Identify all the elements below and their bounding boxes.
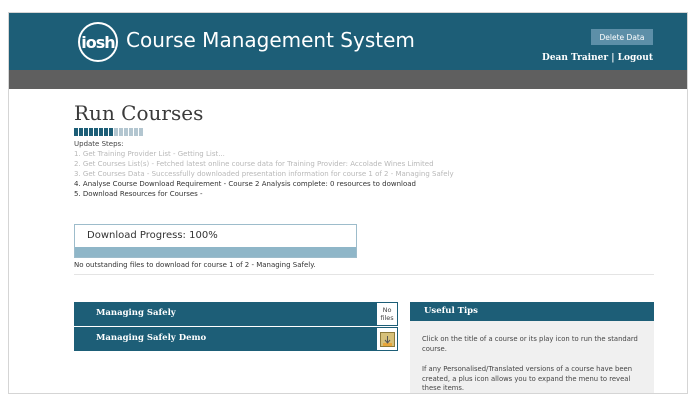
step-segment [139, 128, 143, 136]
tip-text: Click on the title of a course or its pl… [422, 335, 638, 353]
course-row-managing-safely-demo[interactable]: Managing Safely Demo [74, 327, 398, 351]
step-segment [89, 128, 93, 136]
step-segment [124, 128, 128, 136]
update-step: 5. Download Resources for Courses - [74, 190, 203, 198]
download-progress: Download Progress: 100% [74, 224, 357, 258]
no-files-label: No files [380, 306, 394, 322]
course-list: Managing Safely No files Managing Safely… [74, 302, 398, 352]
step-segment [109, 128, 113, 136]
progress-label: Download Progress: 100% [87, 230, 218, 241]
delete-data-button[interactable]: Delete Data [591, 29, 653, 45]
play-icon[interactable] [380, 332, 395, 347]
course-status-cell: No files [376, 302, 398, 326]
app-window: iosh Course Management System Delete Dat… [8, 12, 688, 394]
download-note: No outstanding files to download for cou… [74, 261, 316, 269]
step-progress-indicator [74, 128, 143, 136]
header: iosh Course Management System Delete Dat… [9, 13, 687, 70]
course-row-managing-safely[interactable]: Managing Safely No files [74, 302, 398, 326]
nav-bar [9, 70, 687, 89]
update-step: 1. Get Training Provider List - Getting … [74, 150, 225, 158]
step-segment [74, 128, 78, 136]
useful-tips-panel: Useful Tips Click on the title of a cour… [410, 302, 654, 393]
iosh-logo: iosh [78, 22, 118, 62]
course-play-cell[interactable] [376, 327, 398, 351]
update-step: 4. Analyse Course Download Requirement -… [74, 180, 416, 188]
user-name-link[interactable]: Dean Trainer [542, 53, 608, 63]
step-segment [104, 128, 108, 136]
page-title: Run Courses [74, 101, 204, 125]
step-segment [79, 128, 83, 136]
divider [74, 274, 654, 275]
tips-title: Useful Tips [410, 302, 654, 321]
step-segment [99, 128, 103, 136]
update-step: 3. Get Courses Data - Successfully downl… [74, 170, 454, 178]
step-segment [94, 128, 98, 136]
tip-text: If any Personalised/Translated versions … [422, 365, 632, 392]
step-segment [119, 128, 123, 136]
step-segment [84, 128, 88, 136]
update-step: 2. Get Courses List(s) - Fetched latest … [74, 160, 434, 168]
progress-track [75, 247, 356, 257]
user-menu: Dean Trainer | Logout [542, 53, 653, 63]
step-segment [129, 128, 133, 136]
step-segment [134, 128, 138, 136]
progress-fill [75, 247, 356, 257]
separator: | [611, 53, 615, 63]
course-title[interactable]: Managing Safely [96, 308, 176, 318]
step-segment [114, 128, 118, 136]
update-steps-title: Update Steps: [74, 140, 124, 148]
course-title[interactable]: Managing Safely Demo [96, 333, 206, 343]
logout-link[interactable]: Logout [618, 53, 653, 63]
app-title: Course Management System [126, 28, 415, 52]
